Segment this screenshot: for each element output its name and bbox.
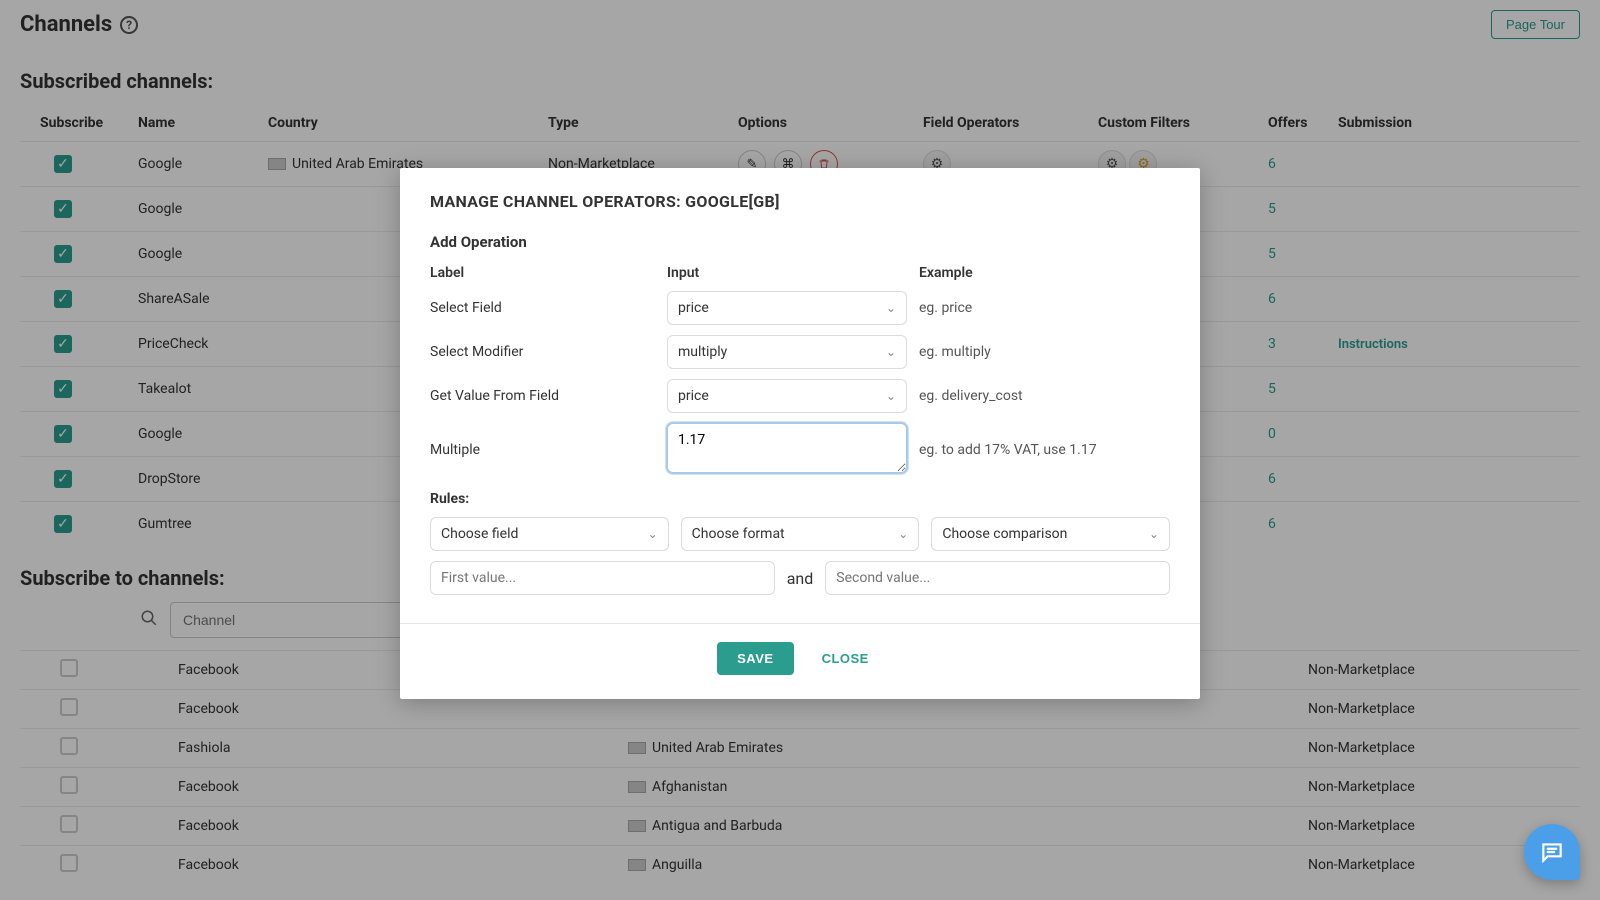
select-field-dropdown[interactable]: price ⌄ (667, 291, 907, 325)
chat-widget-button[interactable] (1524, 824, 1580, 880)
rule-format-dropdown[interactable]: Choose format ⌄ (681, 517, 920, 551)
get-value-value: price (678, 388, 709, 404)
select-modifier-value: multiply (678, 344, 727, 360)
header-example: Example (919, 265, 1170, 281)
rule-second-value-input[interactable] (825, 561, 1170, 595)
select-field-example: eg. price (919, 300, 1170, 316)
chevron-down-icon: ⌄ (886, 345, 896, 359)
select-modifier-example: eg. multiply (919, 344, 1170, 360)
modal-subtitle: Add Operation (430, 233, 1170, 251)
chevron-down-icon: ⌄ (898, 527, 908, 541)
select-field-value: price (678, 300, 709, 316)
modal-separator (400, 623, 1200, 624)
get-value-example: eg. delivery_cost (919, 388, 1170, 404)
modal-overlay[interactable]: MANAGE CHANNEL OPERATORS: GOOGLE[GB] Add… (0, 0, 1600, 900)
chevron-down-icon: ⌄ (1149, 527, 1159, 541)
rule-and-label: and (787, 569, 814, 588)
close-button[interactable]: CLOSE (808, 642, 883, 675)
chevron-down-icon: ⌄ (886, 389, 896, 403)
multiple-input[interactable] (667, 423, 907, 473)
select-field-label: Select Field (430, 300, 655, 316)
rule-first-value-input[interactable] (430, 561, 775, 595)
rules-label: Rules: (430, 491, 1170, 507)
rule-comparison-dropdown[interactable]: Choose comparison ⌄ (931, 517, 1170, 551)
modal-title: MANAGE CHANNEL OPERATORS: GOOGLE[GB] (430, 192, 1170, 211)
rule-field-dropdown[interactable]: Choose field ⌄ (430, 517, 669, 551)
get-value-label: Get Value From Field (430, 388, 655, 404)
multiple-label: Multiple (430, 442, 655, 458)
select-modifier-label: Select Modifier (430, 344, 655, 360)
get-value-dropdown[interactable]: price ⌄ (667, 379, 907, 413)
chevron-down-icon: ⌄ (648, 527, 658, 541)
chevron-down-icon: ⌄ (886, 301, 896, 315)
operators-modal: MANAGE CHANNEL OPERATORS: GOOGLE[GB] Add… (400, 168, 1200, 699)
rule-format-placeholder: Choose format (692, 526, 785, 542)
header-label: Label (430, 265, 655, 281)
multiple-example: eg. to add 17% VAT, use 1.17 (919, 442, 1170, 458)
select-modifier-dropdown[interactable]: multiply ⌄ (667, 335, 907, 369)
rule-comparison-placeholder: Choose comparison (942, 526, 1067, 542)
header-input: Input (667, 265, 907, 281)
save-button[interactable]: SAVE (717, 642, 793, 675)
rule-field-placeholder: Choose field (441, 526, 518, 542)
